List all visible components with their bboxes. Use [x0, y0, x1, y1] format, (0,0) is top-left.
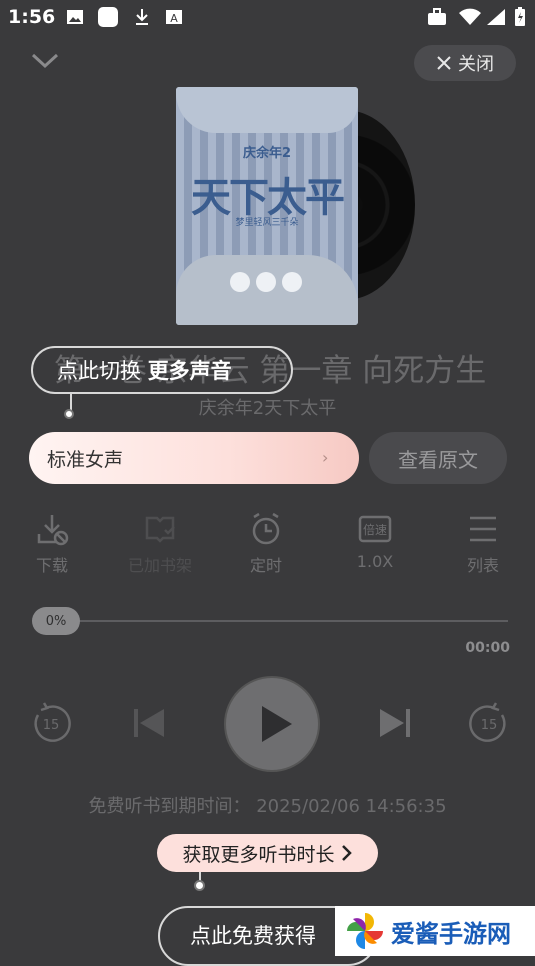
chevron-down-icon[interactable]: [30, 48, 60, 72]
gallery-icon: [67, 10, 83, 24]
forward-15-icon[interactable]: 15: [466, 700, 512, 746]
play-button[interactable]: [226, 678, 318, 770]
expire-text: 免费听书到期时间： 2025/02/06 14:56:35: [88, 796, 447, 817]
close-button[interactable]: 关闭: [414, 45, 516, 81]
app-icon: [98, 7, 118, 27]
duration-label: 00:00: [465, 640, 510, 656]
voice-switch-tip[interactable]: 点此切换 更多声音: [31, 346, 293, 394]
view-original-button[interactable]: 查看原文: [369, 432, 507, 484]
previous-icon[interactable]: [126, 700, 172, 746]
svg-text:A: A: [170, 12, 178, 25]
bookshelf-button[interactable]: 已加书架: [120, 512, 200, 576]
cover-author: 梦里轻风三千朵: [235, 218, 299, 228]
toolbar-label: 已加书架: [127, 556, 192, 575]
cover-series: 庆余年2: [242, 146, 292, 161]
speed-icon-text: 倍速: [363, 522, 387, 537]
progress-track[interactable]: [40, 620, 508, 622]
wifi-icon: [459, 8, 481, 25]
font-status-icon: A: [166, 10, 182, 25]
chevron-right-icon: ›: [322, 448, 329, 467]
status-time: 1:56: [8, 6, 56, 28]
tip-dot: [194, 880, 205, 891]
book-cover: 庆余年2 天下太平 梦里轻风三千朵: [176, 87, 358, 325]
play-icon: [262, 706, 292, 742]
tip-connector: [70, 394, 72, 410]
speed-icon: 倍速: [358, 515, 392, 543]
download-button[interactable]: 下载: [12, 512, 92, 576]
pinwheel-logo-icon: [347, 913, 383, 949]
toolbar-label: 1.0X: [356, 552, 394, 571]
progress-knob[interactable]: 0%: [32, 607, 80, 635]
bookshelf-icon: [145, 516, 175, 543]
battery-icon: [515, 7, 525, 26]
tip-dot: [64, 409, 74, 419]
list-icon: [470, 516, 496, 542]
voice-tip-prefix: 点此切换: [57, 359, 141, 383]
briefcase-icon: [428, 8, 446, 25]
watermark: 爱酱手游网: [335, 906, 535, 956]
download-status-icon: [136, 9, 148, 25]
voice-selector-button[interactable]: 标准女声: [29, 432, 359, 484]
status-bar: 1:56 A: [0, 0, 535, 34]
rewind-15-icon[interactable]: 15: [28, 700, 74, 746]
timer-button[interactable]: 定时: [226, 512, 306, 576]
book-title: 庆余年2天下太平: [198, 398, 337, 419]
chevron-right-icon: [341, 845, 352, 861]
toolbar-label: 定时: [249, 556, 282, 575]
toolbar-label: 下载: [35, 556, 68, 575]
signal-icon: [487, 9, 505, 25]
voice-tip-bold: 更多声音: [147, 359, 232, 383]
get-more-time-button[interactable]: 获取更多听书时长: [157, 834, 378, 872]
more-time-label: 获取更多听书时长: [182, 843, 335, 866]
voice-label: 标准女声: [47, 448, 124, 471]
forward-seconds: 15: [481, 718, 498, 733]
next-icon[interactable]: [372, 700, 418, 746]
close-label: 关闭: [458, 54, 494, 75]
timer-icon: [252, 512, 280, 545]
speed-button[interactable]: 倍速 1.0X: [335, 512, 415, 571]
sheep-illustration: [230, 272, 302, 292]
toolbar-label: 列表: [466, 556, 499, 575]
rewind-seconds: 15: [43, 718, 60, 733]
close-icon: [437, 56, 451, 70]
download-icon: [37, 515, 69, 546]
list-button[interactable]: 列表: [443, 512, 523, 576]
watermark-text: 爱酱手游网: [391, 919, 511, 948]
